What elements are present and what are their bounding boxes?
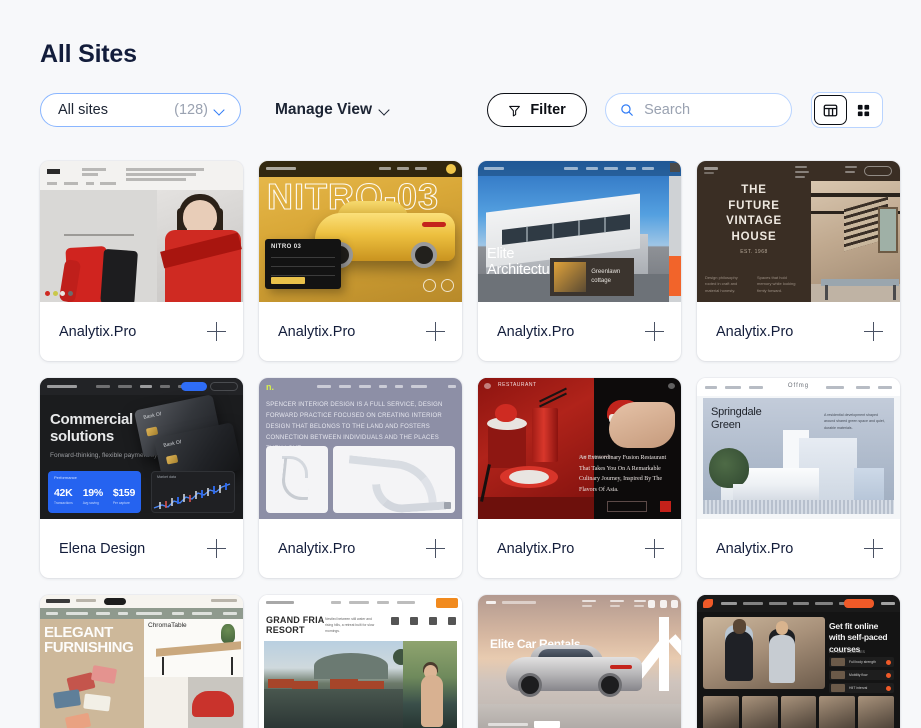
page-title: All Sites: [40, 40, 885, 69]
plus-icon[interactable]: [864, 322, 883, 341]
all-sites-page: All Sites All sites (128) Manage View Fi…: [0, 0, 921, 728]
chevron-down-icon: [380, 105, 390, 115]
site-thumbnail: RESTAURANT OUR PHILOSOPHY An Extraordina…: [478, 378, 681, 519]
all-sites-dropdown[interactable]: All sites (128): [40, 93, 241, 127]
stat-value: 19%: [83, 487, 103, 499]
hero-title: Commercial solutions: [50, 412, 133, 446]
stat-label: Per capture: [113, 501, 135, 505]
site-card[interactable]: GRAND FRIA RESORT Nestled between still …: [259, 595, 462, 728]
toolbar: All sites (128) Manage View Filter Searc…: [40, 92, 885, 128]
plus-icon[interactable]: [426, 539, 445, 558]
candlestick-chart: [152, 482, 235, 512]
site-card[interactable]: Commercial solutions Forward-thinking, f…: [40, 378, 243, 578]
site-thumbnail: GRAND FRIA RESORT Nestled between still …: [259, 595, 462, 728]
filter-label: Filter: [530, 102, 565, 118]
site-name: Analytix.Pro: [497, 541, 574, 557]
plus-icon[interactable]: [207, 322, 226, 341]
stat-value: 42K: [54, 487, 73, 499]
site-card[interactable]: RESTAURANT OUR PHILOSOPHY An Extraordina…: [478, 378, 681, 578]
hero-title: GRAND FRIA RESORT: [266, 615, 325, 636]
site-card[interactable]: Offmg Springdale Green A residential dev…: [697, 378, 900, 578]
stat-label: Transactions: [54, 501, 73, 505]
panel-title: ChromaTable: [148, 622, 187, 629]
site-brand: Offmg: [697, 383, 900, 389]
site-thumbnail: Get fit online with self-paced courses P…: [697, 595, 900, 728]
plus-icon[interactable]: [864, 539, 883, 558]
site-name: Analytix.Pro: [497, 324, 574, 340]
site-thumbnail: [40, 161, 243, 302]
site-name: Analytix.Pro: [59, 324, 136, 340]
search-icon: [620, 103, 634, 117]
sites-grid: Analytix.Pro NITRO-03: [40, 161, 885, 728]
plus-icon[interactable]: [207, 539, 226, 558]
manage-view-button[interactable]: Manage View: [275, 101, 390, 119]
site-thumbnail: NITRO-03 NITRO 03: [259, 161, 462, 302]
all-sites-dropdown-label: All sites: [58, 102, 108, 118]
site-name: Analytix.Pro: [278, 324, 355, 340]
panel-title: NITRO 03: [271, 244, 301, 250]
site-card[interactable]: Elite Architecture Greenlawn cottage Ana…: [478, 161, 681, 361]
table-view-icon: [823, 103, 838, 118]
chevron-down-icon: [215, 105, 225, 115]
site-thumbnail: Commercial solutions Forward-thinking, f…: [40, 378, 243, 519]
site-name: Analytix.Pro: [716, 324, 793, 340]
card-footer: Analytix.Pro: [478, 519, 681, 578]
site-name: Analytix.Pro: [716, 541, 793, 557]
site-thumbnail: THE FUTURE VINTAGE HOUSE EST. 1968 Desig…: [697, 161, 900, 302]
site-card[interactable]: THE FUTURE VINTAGE HOUSE EST. 1968 Desig…: [697, 161, 900, 361]
site-thumbnail: ELEGANT FURNISHING ChromaTable: [40, 595, 243, 728]
site-count: (128): [174, 102, 208, 118]
site-card[interactable]: n. SPENCER INTERIOR DESIGN IS A FULL SER…: [259, 378, 462, 578]
plus-icon[interactable]: [426, 322, 445, 341]
stat-label: Avg saving: [83, 501, 103, 505]
manage-view-label: Manage View: [275, 101, 372, 119]
view-toggle: [811, 92, 883, 128]
site-name: Analytix.Pro: [278, 541, 355, 557]
list-view-button[interactable]: [814, 95, 847, 125]
stat-value: $159: [113, 487, 135, 499]
hero-title: Springdale Green: [711, 406, 762, 432]
site-thumbnail: n. SPENCER INTERIOR DESIGN IS A FULL SER…: [259, 378, 462, 519]
card-footer: Analytix.Pro: [259, 302, 462, 361]
plus-icon[interactable]: [645, 322, 664, 341]
hero-title: ELEGANT FURNISHING: [44, 625, 133, 655]
site-card[interactable]: NITRO-03 NITRO 03 Analytix.Pro: [259, 161, 462, 361]
hero-copy: An Extraordinary Fusion Restaurant That …: [579, 453, 675, 495]
card-footer: Analytix.Pro: [40, 302, 243, 361]
plus-icon[interactable]: [645, 539, 664, 558]
site-card[interactable]: Get fit online with self-paced courses P…: [697, 595, 900, 728]
site-card[interactable]: Analytix.Pro: [40, 161, 243, 361]
hero-title: THE FUTURE VINTAGE HOUSE: [697, 183, 811, 245]
card-footer: Analytix.Pro: [697, 519, 900, 578]
widget-title: Greenlawn cottage: [591, 268, 634, 286]
site-thumbnail: Elite Architecture Greenlawn cottage: [478, 161, 681, 302]
card-footer: Analytix.Pro: [478, 302, 681, 361]
funnel-icon: [508, 104, 521, 117]
grid-view-icon: [856, 103, 871, 118]
card-footer: Elena Design: [40, 519, 243, 578]
search-input[interactable]: Search: [605, 93, 792, 127]
grid-view-button[interactable]: [847, 95, 880, 125]
search-placeholder: Search: [644, 102, 690, 118]
card-footer: Analytix.Pro: [697, 302, 900, 361]
site-thumbnail: Elite Car Rentals.: [478, 595, 681, 728]
site-card[interactable]: ELEGANT FURNISHING ChromaTable: [40, 595, 243, 728]
card-footer: Analytix.Pro: [259, 519, 462, 578]
site-card[interactable]: Elite Car Rentals.: [478, 595, 681, 728]
site-name: Elena Design: [59, 541, 145, 557]
site-thumbnail: Offmg Springdale Green A residential dev…: [697, 378, 900, 519]
all-sites-dropdown-right: (128): [174, 102, 225, 118]
filter-button[interactable]: Filter: [487, 93, 587, 127]
